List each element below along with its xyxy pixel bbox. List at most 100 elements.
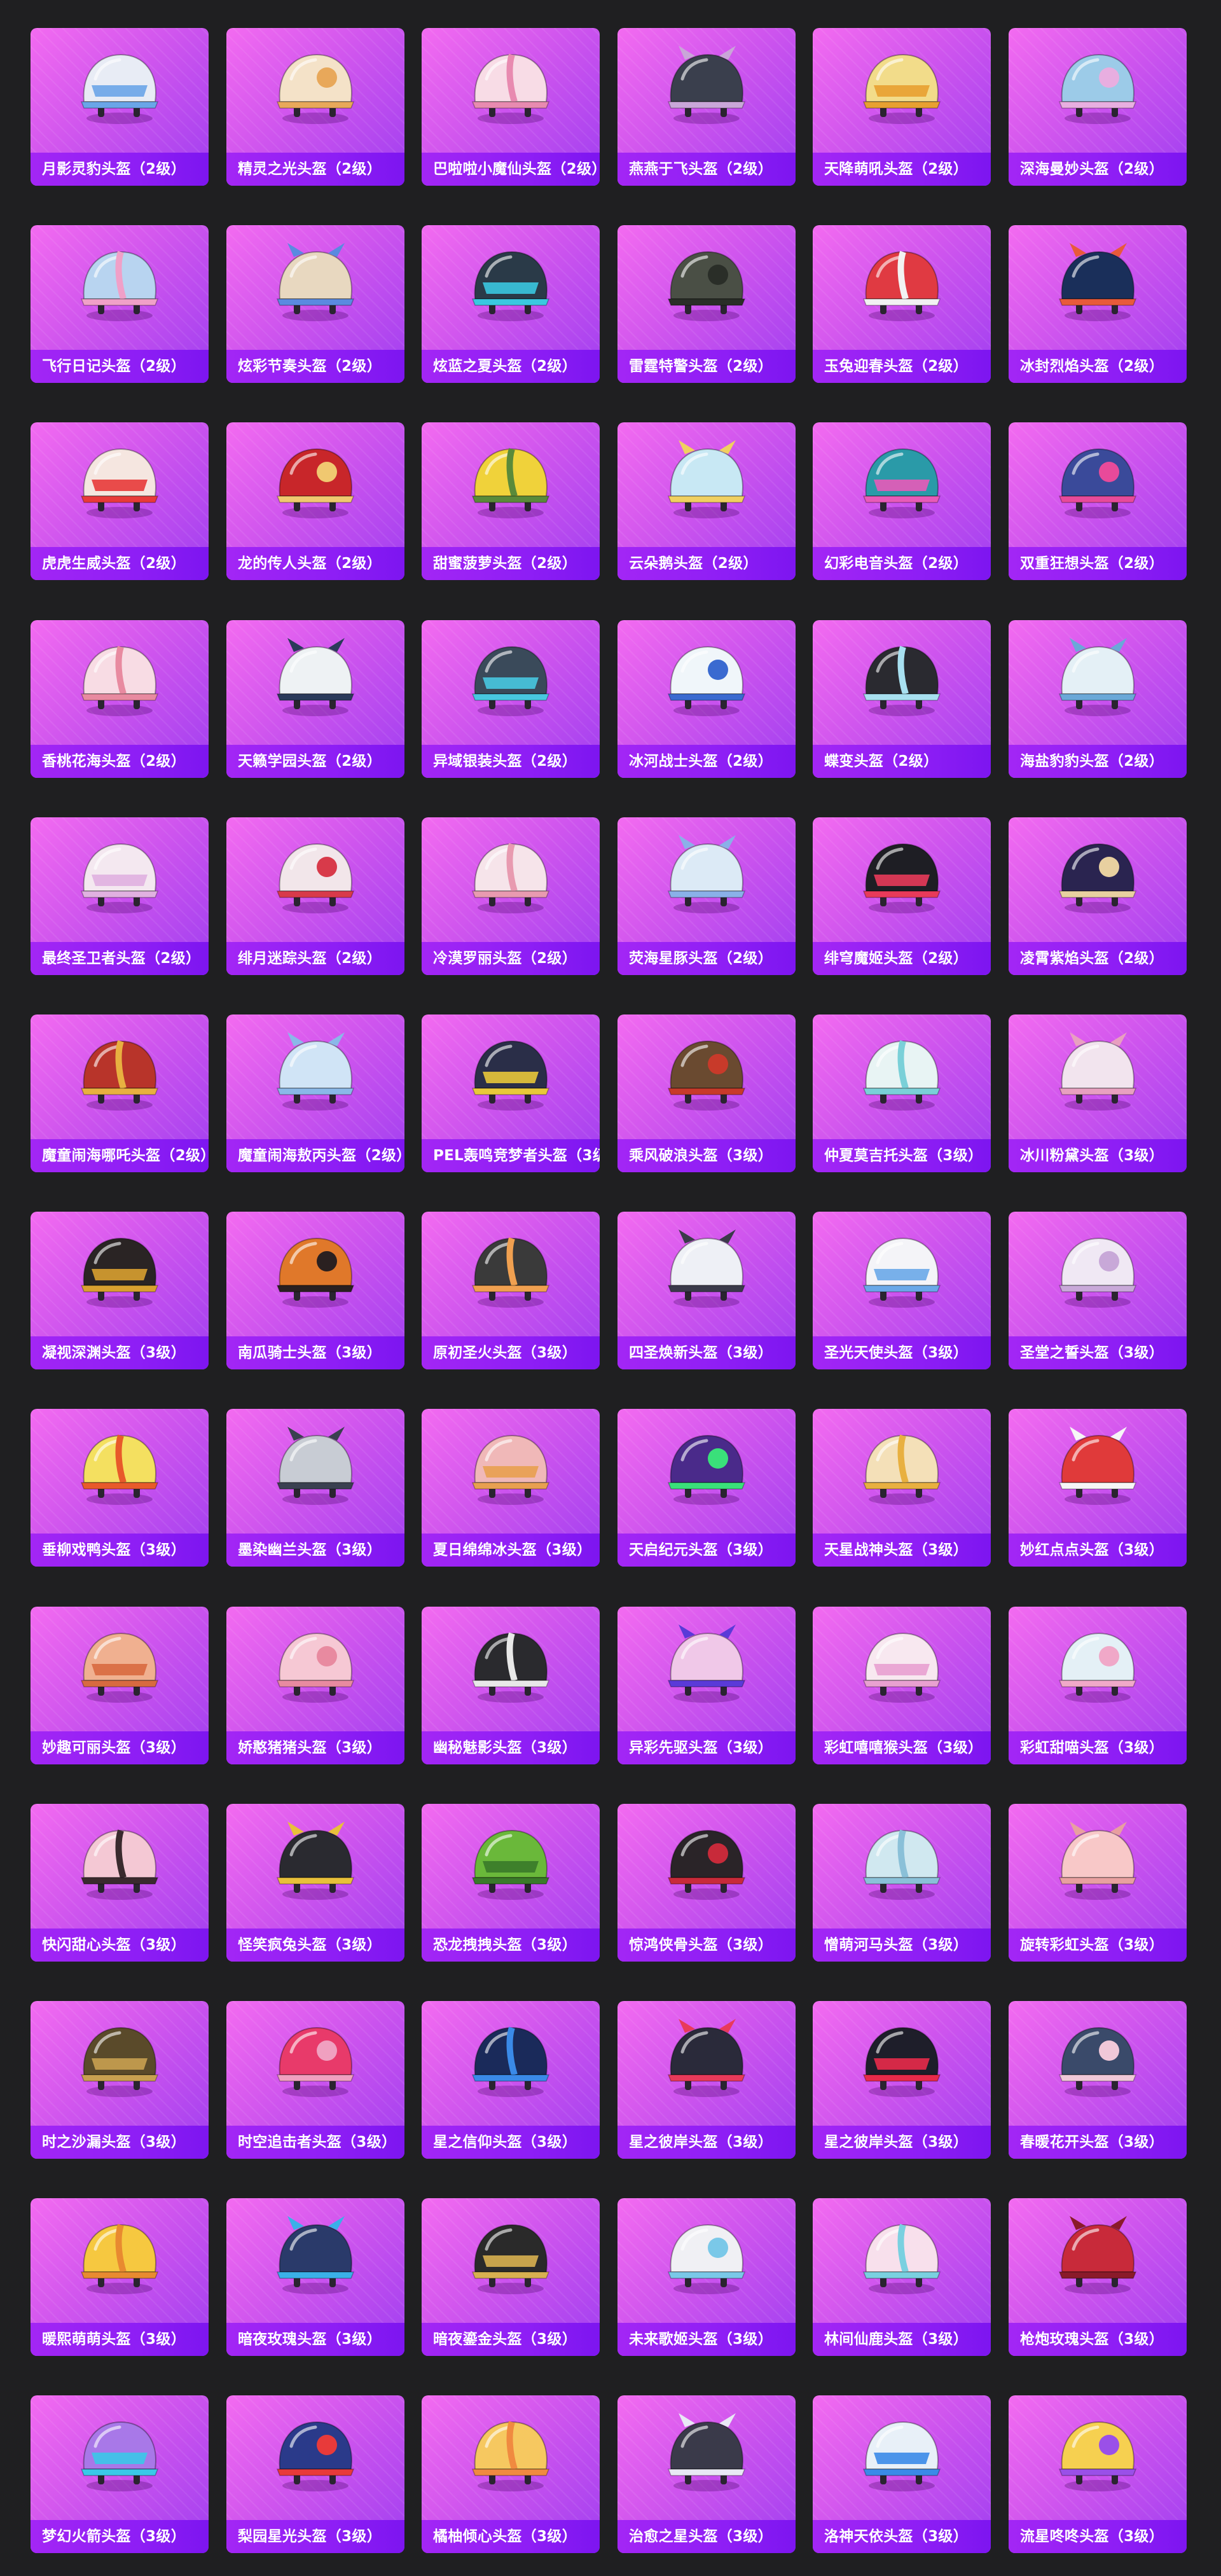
helmet-icon bbox=[1058, 53, 1137, 124]
helmet-card[interactable]: 时之沙漏头盔（3级） bbox=[31, 2001, 209, 2159]
helmet-card[interactable]: 深海曼妙头盔（2级） bbox=[1009, 28, 1187, 186]
helmet-card[interactable]: 龙的传人头盔（2级） bbox=[226, 422, 404, 580]
helmet-name: 幽秘魅影头盔（3级） bbox=[422, 1731, 600, 1764]
helmet-card[interactable]: 彩虹嘻嘻猴头盔（3级） bbox=[813, 1607, 991, 1764]
helmet-card[interactable]: 异彩先驱头盔（3级） bbox=[617, 1607, 796, 1764]
helmet-card[interactable]: 香桃花海头盔（2级） bbox=[31, 620, 209, 778]
helmet-name: 暖熙萌萌头盔（3级） bbox=[31, 2323, 209, 2356]
helmet-card[interactable]: 魔童闹海哪吒头盔（2级） bbox=[31, 1014, 209, 1172]
helmet-card[interactable]: PEL轰鸣竞梦者头盔（3级） bbox=[422, 1014, 600, 1172]
helmet-card[interactable]: 枪炮玫瑰头盔（3级） bbox=[1009, 2198, 1187, 2356]
helmet-card[interactable]: 仲夏莫吉托头盔（3级） bbox=[813, 1014, 991, 1172]
helmet-card[interactable]: 凌霄紫焰头盔（2级） bbox=[1009, 817, 1187, 975]
helmet-name: 天星战神头盔（3级） bbox=[813, 1534, 991, 1567]
helmet-card[interactable]: 绯穹魔姬头盔（2级） bbox=[813, 817, 991, 975]
helmet-card[interactable]: 乘风破浪头盔（3级） bbox=[617, 1014, 796, 1172]
helmet-icon bbox=[471, 1632, 550, 1703]
helmet-card[interactable]: 幻彩电音头盔（2级） bbox=[813, 422, 991, 580]
helmet-card[interactable]: 双重狂想头盔（2级） bbox=[1009, 422, 1187, 580]
helmet-icon bbox=[471, 448, 550, 518]
helmet-card[interactable]: 炫彩节奏头盔（2级） bbox=[226, 225, 404, 383]
helmet-card[interactable]: 蝶变头盔（2级） bbox=[813, 620, 991, 778]
helmet-name: 怪笑疯兔头盔（3级） bbox=[226, 1929, 404, 1962]
helmet-card[interactable]: 暗夜鎏金头盔（3级） bbox=[422, 2198, 600, 2356]
helmet-card[interactable]: 梦幻火箭头盔（3级） bbox=[31, 2395, 209, 2553]
helmet-card[interactable]: 甜蜜菠萝头盔（2级） bbox=[422, 422, 600, 580]
helmet-name: 圣光天使头盔（3级） bbox=[813, 1336, 991, 1369]
helmet-card[interactable]: 异域银装头盔（2级） bbox=[422, 620, 600, 778]
helmet-card[interactable]: 彩虹甜喵头盔（3级） bbox=[1009, 1607, 1187, 1764]
helmet-card[interactable]: 冰河战士头盔（2级） bbox=[617, 620, 796, 778]
helmet-card[interactable]: 云朵鹅头盔（2级） bbox=[617, 422, 796, 580]
helmet-card[interactable]: 星之信仰头盔（3级） bbox=[422, 2001, 600, 2159]
helmet-card[interactable]: 荧海星豚头盔（2级） bbox=[617, 817, 796, 975]
helmet-card[interactable]: 四圣焕新头盔（3级） bbox=[617, 1212, 796, 1369]
helmet-card[interactable]: 怪笑疯兔头盔（3级） bbox=[226, 1804, 404, 1962]
helmet-card[interactable]: 恐龙拽拽头盔（3级） bbox=[422, 1804, 600, 1962]
helmet-name: 南瓜骑士头盔（3级） bbox=[226, 1336, 404, 1369]
helmet-name: 月影灵豹头盔（2级） bbox=[31, 153, 209, 186]
helmet-card[interactable]: 梨园星光头盔（3级） bbox=[226, 2395, 404, 2553]
helmet-card[interactable]: 凝视深渊头盔（3级） bbox=[31, 1212, 209, 1369]
helmet-card[interactable]: 天籁学园头盔（2级） bbox=[226, 620, 404, 778]
helmet-card[interactable]: 天启纪元头盔（3级） bbox=[617, 1409, 796, 1567]
helmet-card[interactable]: 炫蓝之夏头盔（2级） bbox=[422, 225, 600, 383]
helmet-card[interactable]: 幽秘魅影头盔（3级） bbox=[422, 1607, 600, 1764]
helmet-card[interactable]: 燕燕于飞头盔（2级） bbox=[617, 28, 796, 186]
helmet-card[interactable]: 飞行日记头盔（2级） bbox=[31, 225, 209, 383]
helmet-card[interactable]: 南瓜骑士头盔（3级） bbox=[226, 1212, 404, 1369]
helmet-card[interactable]: 惊鸿侠骨头盔（3级） bbox=[617, 1804, 796, 1962]
helmet-icon bbox=[667, 646, 746, 716]
helmet-card[interactable]: 天星战神头盔（3级） bbox=[813, 1409, 991, 1567]
helmet-card[interactable]: 玉兔迎春头盔（2级） bbox=[813, 225, 991, 383]
helmet-icon bbox=[1058, 2421, 1137, 2491]
helmet-card[interactable]: 最终圣卫者头盔（2级） bbox=[31, 817, 209, 975]
helmet-card[interactable]: 星之彼岸头盔（3级） bbox=[617, 2001, 796, 2159]
helmet-card[interactable]: 雷霆特警头盔（2级） bbox=[617, 225, 796, 383]
helmet-icon bbox=[667, 440, 746, 518]
helmet-card[interactable]: 妙趣可丽头盔（3级） bbox=[31, 1607, 209, 1764]
helmet-card[interactable]: 天降萌吼头盔（2级） bbox=[813, 28, 991, 186]
helmet-card[interactable]: 墨染幽兰头盔（3级） bbox=[226, 1409, 404, 1567]
helmet-card[interactable]: 妙红点点头盔（3级） bbox=[1009, 1409, 1187, 1567]
helmet-card[interactable]: 流星咚咚头盔（3级） bbox=[1009, 2395, 1187, 2553]
helmet-card[interactable]: 月影灵豹头盔（2级） bbox=[31, 28, 209, 186]
helmet-card[interactable]: 冰封烈焰头盔（2级） bbox=[1009, 225, 1187, 383]
helmet-card[interactable]: 时空追击者头盔（3级） bbox=[226, 2001, 404, 2159]
helmet-icon bbox=[667, 1829, 746, 1900]
helmet-name: 魔童闹海敖丙头盔（2级） bbox=[226, 1139, 404, 1172]
helmet-card[interactable]: 林间仙鹿头盔（3级） bbox=[813, 2198, 991, 2356]
helmet-card[interactable]: 圣光天使头盔（3级） bbox=[813, 1212, 991, 1369]
helmet-card[interactable]: 夏日绵绵冰头盔（3级） bbox=[422, 1409, 600, 1567]
helmet-card[interactable]: 冰川粉黛头盔（3级） bbox=[1009, 1014, 1187, 1172]
helmet-card[interactable]: 暗夜玫瑰头盔（3级） bbox=[226, 2198, 404, 2356]
helmet-card[interactable]: 巴啦啦小魔仙头盔（2级） bbox=[422, 28, 600, 186]
helmet-name: 龙的传人头盔（2级） bbox=[226, 547, 404, 580]
helmet-card[interactable]: 娇憨猪猪头盔（3级） bbox=[226, 1607, 404, 1764]
helmet-card[interactable]: 魔童闹海敖丙头盔（2级） bbox=[226, 1014, 404, 1172]
helmet-card[interactable]: 星之彼岸头盔（3级） bbox=[813, 2001, 991, 2159]
helmet-card[interactable]: 旋转彩虹头盔（3级） bbox=[1009, 1804, 1187, 1962]
helmet-card[interactable]: 精灵之光头盔（2级） bbox=[226, 28, 404, 186]
helmet-card[interactable]: 治愈之星头盔（3级） bbox=[617, 2395, 796, 2553]
helmet-card[interactable]: 虎虎生威头盔（2级） bbox=[31, 422, 209, 580]
helmet-card[interactable]: 原初圣火头盔（3级） bbox=[422, 1212, 600, 1369]
helmet-name: 妙红点点头盔（3级） bbox=[1009, 1534, 1187, 1567]
helmet-card[interactable]: 洛神天依头盔（3级） bbox=[813, 2395, 991, 2553]
helmet-icon bbox=[80, 2026, 159, 2097]
helmet-name: 双重狂想头盔（2级） bbox=[1009, 547, 1187, 580]
helmet-card[interactable]: 未来歌姬头盔（3级） bbox=[617, 2198, 796, 2356]
helmet-card[interactable]: 圣堂之誓头盔（3级） bbox=[1009, 1212, 1187, 1369]
helmet-card[interactable]: 海盐豹豹头盔（2级） bbox=[1009, 620, 1187, 778]
helmet-icon bbox=[862, 2224, 941, 2294]
helmet-card[interactable]: 垂柳戏鸭头盔（3级） bbox=[31, 1409, 209, 1567]
helmet-card[interactable]: 橘柚倾心头盔（3级） bbox=[422, 2395, 600, 2553]
helmet-card[interactable]: 憎萌河马头盔（3级） bbox=[813, 1804, 991, 1962]
helmet-card[interactable]: 暖熙萌萌头盔（3级） bbox=[31, 2198, 209, 2356]
helmet-card[interactable]: 冷漠罗丽头盔（2级） bbox=[422, 817, 600, 975]
helmet-icon bbox=[667, 2413, 746, 2491]
helmet-card[interactable]: 快闪甜心头盔（3级） bbox=[31, 1804, 209, 1962]
helmet-card[interactable]: 春暖花开头盔（3级） bbox=[1009, 2001, 1187, 2159]
helmet-card[interactable]: 绯月迷踪头盔（2级） bbox=[226, 817, 404, 975]
helmet-icon bbox=[471, 646, 550, 716]
